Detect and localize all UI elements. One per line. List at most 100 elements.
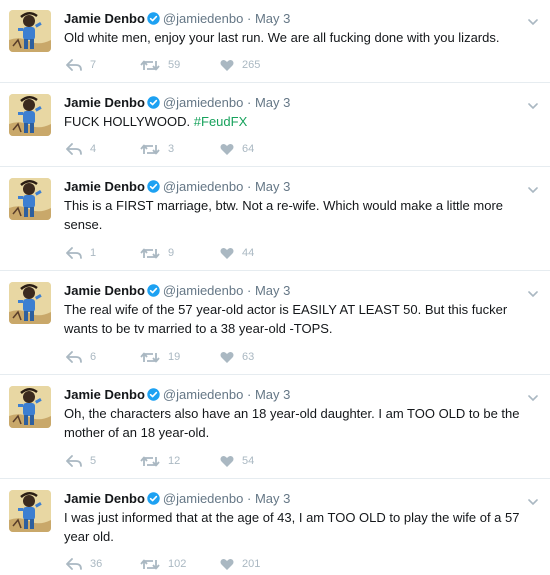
separator: ·: [246, 179, 252, 194]
separator: ·: [246, 11, 252, 26]
user-name[interactable]: Jamie Denbo: [64, 491, 145, 506]
like-count: 63: [242, 351, 255, 363]
user-handle[interactable]: @jamiedenbo: [163, 387, 243, 402]
user-name[interactable]: Jamie Denbo: [64, 179, 145, 194]
retweet-count: 102: [168, 558, 187, 570]
retweet-icon: [140, 247, 160, 260]
avatar[interactable]: [9, 10, 51, 52]
separator: ·: [246, 491, 252, 506]
reply-count: 1: [90, 247, 97, 259]
like-button[interactable]: 64: [220, 142, 254, 156]
tweet-text: I was just informed that at the age of 4…: [64, 508, 538, 546]
verified-badge-icon: [147, 388, 160, 405]
separator: ·: [246, 387, 252, 402]
tweet-text-content: This is a FIRST marriage, btw. Not a re-…: [64, 198, 504, 232]
tweet-header: Jamie Denbo @jamiedenbo · May 3: [64, 179, 290, 197]
reply-count: 4: [90, 143, 97, 155]
retweet-button[interactable]: 9: [140, 246, 174, 260]
tweet-header: Jamie Denbo @jamiedenbo · May 3: [64, 283, 290, 301]
like-count: 201: [242, 558, 261, 570]
tweet-date[interactable]: May 3: [255, 95, 290, 110]
reply-button[interactable]: 4: [66, 142, 96, 156]
tweet-text: FUCK HOLLYWOOD. #FeudFX: [64, 112, 544, 131]
like-button[interactable]: 54: [220, 454, 254, 468]
user-handle[interactable]: @jamiedenbo: [163, 179, 243, 194]
like-button[interactable]: 265: [220, 58, 260, 72]
tweet-date[interactable]: May 3: [255, 179, 290, 194]
chevron-down-icon[interactable]: [528, 97, 538, 110]
reply-icon: [66, 351, 82, 363]
tweet-date[interactable]: May 3: [255, 283, 290, 298]
reply-button[interactable]: 1: [66, 246, 96, 260]
chevron-down-icon[interactable]: [528, 389, 538, 402]
chevron-down-icon[interactable]: [528, 493, 538, 506]
retweet-icon: [140, 455, 160, 468]
retweet-count: 19: [168, 351, 181, 363]
user-handle[interactable]: @jamiedenbo: [163, 491, 243, 506]
avatar[interactable]: [9, 282, 51, 324]
user-handle[interactable]: @jamiedenbo: [163, 95, 243, 110]
heart-icon: [220, 143, 234, 156]
tweet-date[interactable]: May 3: [255, 387, 290, 402]
tweet-text: This is a FIRST marriage, btw. Not a re-…: [64, 196, 532, 234]
retweet-button[interactable]: 102: [140, 557, 186, 571]
user-name[interactable]: Jamie Denbo: [64, 95, 145, 110]
tweet-text: Old white men, enjoy your last run. We a…: [64, 28, 544, 47]
like-button[interactable]: 63: [220, 350, 254, 364]
user-handle[interactable]: @jamiedenbo: [163, 283, 243, 298]
user-name[interactable]: Jamie Denbo: [64, 387, 145, 402]
retweet-count: 12: [168, 455, 181, 467]
retweet-icon: [140, 351, 160, 364]
tweet[interactable]: Jamie Denbo @jamiedenbo · May 3 FUCK HOLL…: [0, 84, 550, 167]
chevron-down-icon[interactable]: [528, 13, 538, 26]
avatar[interactable]: [9, 386, 51, 428]
retweet-button[interactable]: 59: [140, 58, 180, 72]
reply-icon: [66, 143, 82, 155]
chevron-down-icon[interactable]: [528, 285, 538, 298]
avatar[interactable]: [9, 490, 51, 532]
like-button[interactable]: 201: [220, 557, 260, 571]
verified-badge-icon: [147, 492, 160, 509]
avatar[interactable]: [9, 94, 51, 136]
user-name[interactable]: Jamie Denbo: [64, 11, 145, 26]
tweet[interactable]: Jamie Denbo @jamiedenbo · May 3 I was jus…: [0, 480, 550, 575]
reply-button[interactable]: 6: [66, 350, 96, 364]
tweet[interactable]: Jamie Denbo @jamiedenbo · May 3 This is a…: [0, 168, 550, 271]
user-name[interactable]: Jamie Denbo: [64, 283, 145, 298]
tweet[interactable]: Jamie Denbo @jamiedenbo · May 3 Old white…: [0, 0, 550, 83]
retweet-button[interactable]: 12: [140, 454, 180, 468]
reply-count: 7: [90, 59, 97, 71]
tweet[interactable]: Jamie Denbo @jamiedenbo · May 3 Oh, the c…: [0, 376, 550, 479]
reply-count: 6: [90, 351, 97, 363]
tweet-date[interactable]: May 3: [255, 11, 290, 26]
tweet-header: Jamie Denbo @jamiedenbo · May 3: [64, 491, 290, 509]
retweet-count: 9: [168, 247, 175, 259]
heart-icon: [220, 59, 234, 72]
tweet-text-content: Old white men, enjoy your last run. We a…: [64, 30, 500, 45]
reply-button[interactable]: 36: [66, 557, 102, 571]
reply-button[interactable]: 5: [66, 454, 96, 468]
tweet-header: Jamie Denbo @jamiedenbo · May 3: [64, 95, 290, 113]
reply-icon: [66, 247, 82, 259]
retweet-icon: [140, 143, 160, 156]
like-button[interactable]: 44: [220, 246, 254, 260]
tweet-feed: Jamie Denbo @jamiedenbo · May 3 Old white…: [0, 0, 550, 575]
tweet[interactable]: Jamie Denbo @jamiedenbo · May 3 The real …: [0, 272, 550, 375]
retweet-button[interactable]: 19: [140, 350, 180, 364]
hashtag-link[interactable]: #FeudFX: [194, 114, 247, 129]
reply-icon: [66, 455, 82, 467]
separator: ·: [246, 283, 252, 298]
retweet-button[interactable]: 3: [140, 142, 174, 156]
retweet-icon: [140, 558, 160, 571]
tweet-date[interactable]: May 3: [255, 491, 290, 506]
chevron-down-icon[interactable]: [528, 181, 538, 194]
reply-count: 36: [90, 558, 103, 570]
tweet-header: Jamie Denbo @jamiedenbo · May 3: [64, 11, 290, 29]
user-handle[interactable]: @jamiedenbo: [163, 11, 243, 26]
avatar[interactable]: [9, 178, 51, 220]
like-count: 265: [242, 59, 261, 71]
like-count: 64: [242, 143, 255, 155]
heart-icon: [220, 455, 234, 468]
reply-button[interactable]: 7: [66, 58, 96, 72]
verified-badge-icon: [147, 96, 160, 113]
